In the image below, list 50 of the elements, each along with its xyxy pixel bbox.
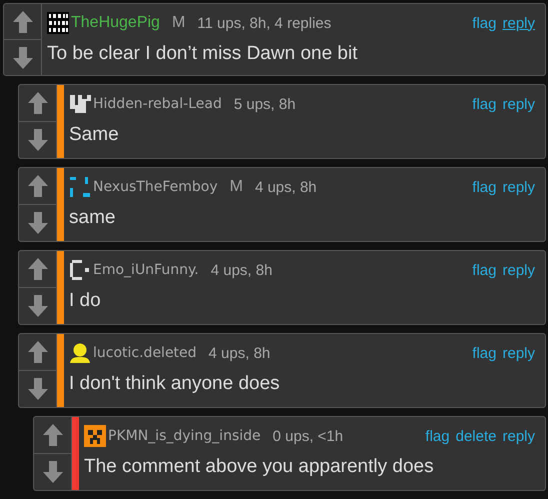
downvote-arrow-icon[interactable]: [28, 295, 48, 317]
comment-meta: 0 ups, <1h: [272, 428, 344, 444]
action-link[interactable]: flag: [472, 262, 496, 278]
comment-meta: 5 ups, 8h: [234, 96, 296, 112]
comment-meta: 4 ups, 8h: [254, 178, 317, 196]
action-link[interactable]: reply: [502, 96, 535, 112]
username-link[interactable]: Hidden-rebal-Lead: [93, 96, 222, 112]
downvote-arrow-icon[interactable]: [28, 212, 48, 234]
action-link[interactable]: flag: [425, 428, 450, 444]
comment-text: Same: [69, 124, 120, 146]
username-link[interactable]: PKMN_is_dying_inside: [108, 428, 261, 444]
user-mark-label: M: [230, 178, 243, 196]
avatar-icon[interactable]: [69, 93, 91, 115]
comment-meta: 11 ups, 8h, 4 replies: [197, 14, 332, 32]
upvote-arrow-icon[interactable]: [28, 341, 48, 363]
username-link[interactable]: Emo_iUnFunny.: [93, 262, 199, 278]
comment-text: To be clear I don’t miss Dawn one bit: [47, 43, 358, 65]
action-link[interactable]: reply: [502, 428, 535, 444]
upvote-arrow-icon[interactable]: [42, 424, 62, 446]
avatar-icon[interactable]: [69, 342, 91, 364]
username-link[interactable]: NexusTheFemboy: [93, 179, 218, 195]
username-link[interactable]: lucotic.deleted: [93, 345, 197, 361]
avatar-icon[interactable]: [69, 259, 91, 281]
comment-text: I do: [69, 290, 102, 312]
action-link[interactable]: reply: [502, 344, 535, 362]
upvote-arrow-icon[interactable]: [28, 92, 48, 114]
comment-text: same: [69, 207, 116, 229]
action-link[interactable]: reply: [502, 178, 535, 196]
comment-meta: 4 ups, 8h: [208, 344, 270, 362]
upvote-arrow-icon[interactable]: [28, 258, 48, 280]
upvote-arrow-icon[interactable]: [28, 175, 48, 197]
comment-text: The comment above you apparently does: [84, 456, 435, 478]
comment-meta: 4 ups, 8h: [210, 262, 272, 278]
comment-text: I don't think anyone does: [69, 373, 281, 395]
downvote-arrow-icon[interactable]: [28, 129, 48, 151]
action-link[interactable]: flag: [472, 14, 496, 32]
action-link[interactable]: flag: [472, 96, 496, 112]
username-link[interactable]: TheHugePig: [71, 14, 160, 32]
downvote-arrow-icon[interactable]: [28, 378, 48, 400]
user-mark-label: M: [172, 14, 186, 32]
action-link[interactable]: reply: [502, 14, 535, 32]
downvote-arrow-icon[interactable]: [12, 46, 32, 68]
avatar-icon[interactable]: [84, 425, 106, 447]
downvote-arrow-icon[interactable]: [42, 461, 62, 483]
avatar-icon[interactable]: [47, 12, 69, 34]
action-link[interactable]: flag: [472, 178, 496, 196]
action-link[interactable]: reply: [502, 262, 535, 278]
action-link[interactable]: delete: [456, 428, 496, 444]
upvote-arrow-icon[interactable]: [12, 10, 32, 32]
action-link[interactable]: flag: [472, 344, 496, 362]
